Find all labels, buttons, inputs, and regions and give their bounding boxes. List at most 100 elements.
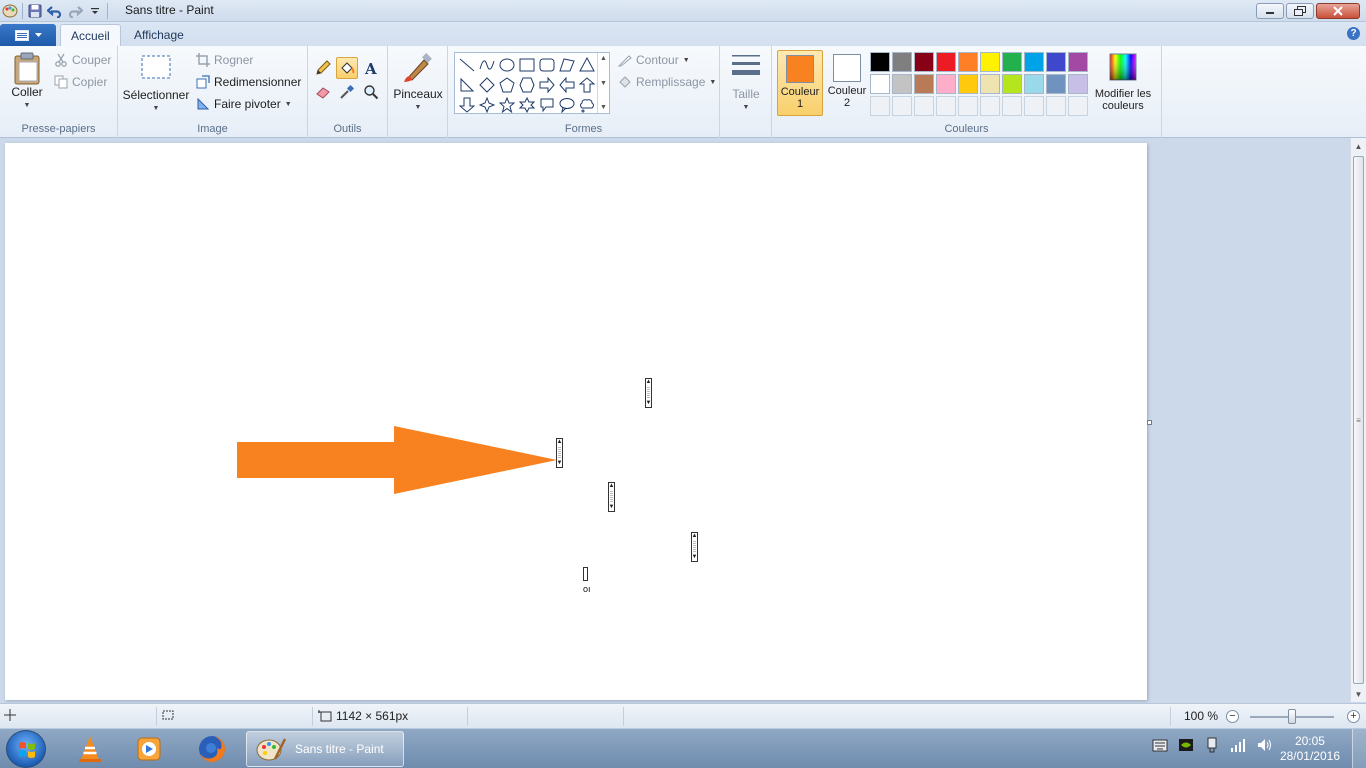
palette-custom-slot[interactable] <box>870 96 890 116</box>
volume-icon[interactable] <box>1256 737 1272 753</box>
file-menu-button[interactable] <box>0 24 56 46</box>
palette-color-swatch[interactable] <box>936 74 956 94</box>
safely-remove-hardware-icon[interactable] <box>1204 737 1220 753</box>
zoom-slider-thumb[interactable] <box>1288 709 1296 724</box>
palette-color-swatch[interactable] <box>980 52 1000 72</box>
palette-color-swatch[interactable] <box>1002 52 1022 72</box>
scrollbar-thumb[interactable]: ≡ <box>1353 156 1364 684</box>
color1-button[interactable]: Couleur 1 <box>777 50 823 116</box>
paste-button[interactable]: Coller ▼ <box>6 52 48 112</box>
shape-oval[interactable] <box>497 55 517 75</box>
brushes-button[interactable]: Pinceaux ▼ <box>393 52 443 114</box>
shape-diamond[interactable] <box>477 75 497 95</box>
palette-color-swatch[interactable] <box>1046 74 1066 94</box>
color2-button[interactable]: Couleur 2 <box>824 50 870 116</box>
canvas-resize-handle-right[interactable] <box>1147 420 1152 425</box>
shape-cloud-callout[interactable] <box>577 95 597 115</box>
tab-affichage[interactable]: Affichage <box>124 24 194 46</box>
undo-icon[interactable] <box>47 3 63 19</box>
palette-custom-slot[interactable] <box>914 96 934 116</box>
edit-colors-button[interactable]: Modifier les couleurs <box>1090 52 1156 112</box>
shape-left-arrow[interactable] <box>557 75 577 95</box>
palette-color-swatch[interactable] <box>958 52 978 72</box>
eraser-tool[interactable] <box>312 81 334 103</box>
text-tool[interactable]: A <box>360 57 382 79</box>
shape-four-point-star[interactable] <box>477 95 497 115</box>
drawing-canvas[interactable]: ▲ ▼ ▲ ▼ ▲ ▼ ▲ ▼ oı <box>5 143 1147 700</box>
shape-six-point-star[interactable] <box>517 95 537 115</box>
crop-button[interactable]: Rogner <box>196 53 253 67</box>
shape-rounded-rectangle[interactable] <box>537 55 557 75</box>
taskbar-media-player[interactable] <box>121 731 177 767</box>
fill-button[interactable]: Remplissage ▼ <box>618 75 716 89</box>
palette-color-swatch[interactable] <box>936 52 956 72</box>
shape-curve[interactable] <box>477 55 497 75</box>
shape-polygon[interactable] <box>557 55 577 75</box>
palette-color-swatch[interactable] <box>980 74 1000 94</box>
taskbar-clock[interactable]: 20:05 28/01/2016 <box>1280 734 1340 764</box>
start-button[interactable] <box>6 730 46 768</box>
palette-color-swatch[interactable] <box>1002 74 1022 94</box>
palette-custom-slot[interactable] <box>1068 96 1088 116</box>
palette-color-swatch[interactable] <box>914 52 934 72</box>
resize-button[interactable]: Redimensionner <box>196 75 301 89</box>
shape-hexagon[interactable] <box>517 75 537 95</box>
redo-icon[interactable] <box>67 3 83 19</box>
shapes-scroll[interactable]: ▲ ▼ ▼ <box>597 53 609 113</box>
palette-custom-slot[interactable] <box>1046 96 1066 116</box>
shape-down-arrow[interactable] <box>457 95 477 115</box>
palette-color-swatch[interactable] <box>958 74 978 94</box>
shape-triangle[interactable] <box>577 55 597 75</box>
shape-right-arrow[interactable] <box>537 75 557 95</box>
vertical-scrollbar[interactable]: ▲ ≡ ▼ <box>1350 138 1366 702</box>
outline-button[interactable]: Contour ▼ <box>618 53 690 67</box>
palette-color-swatch[interactable] <box>1024 74 1044 94</box>
scroll-down-icon[interactable]: ▼ <box>600 80 607 87</box>
palette-color-swatch[interactable] <box>1046 52 1066 72</box>
size-button[interactable]: Taille ▼ <box>726 52 766 114</box>
scroll-down-arrow[interactable]: ▼ <box>1351 686 1366 702</box>
palette-custom-slot[interactable] <box>1002 96 1022 116</box>
shape-up-arrow[interactable] <box>577 75 597 95</box>
network-signal-icon[interactable] <box>1230 737 1246 753</box>
palette-color-swatch[interactable] <box>1068 52 1088 72</box>
help-icon[interactable]: ? <box>1347 27 1360 40</box>
copy-button[interactable]: Copier <box>54 75 107 89</box>
shape-oval-callout[interactable] <box>557 95 577 115</box>
palette-custom-slot[interactable] <box>936 96 956 116</box>
shape-right-triangle[interactable] <box>457 75 477 95</box>
show-desktop-button[interactable] <box>1352 729 1366 768</box>
select-button[interactable]: Sélectionner ▼ <box>123 54 189 115</box>
palette-color-swatch[interactable] <box>870 52 890 72</box>
rotate-button[interactable]: Faire pivoter ▼ <box>196 97 292 111</box>
taskbar-paint[interactable]: Sans titre - Paint <box>246 731 404 767</box>
keyboard-icon[interactable] <box>1152 737 1168 753</box>
palette-custom-slot[interactable] <box>958 96 978 116</box>
shape-line[interactable] <box>457 55 477 75</box>
close-button[interactable] <box>1316 3 1360 19</box>
cut-button[interactable]: Couper <box>54 53 111 67</box>
palette-color-swatch[interactable] <box>892 74 912 94</box>
customize-qat-icon[interactable] <box>87 3 103 19</box>
save-icon[interactable] <box>27 3 43 19</box>
shape-rounded-callout[interactable] <box>537 95 557 115</box>
shape-five-point-star[interactable] <box>497 95 517 115</box>
color-picker-tool[interactable] <box>336 81 358 103</box>
paint-app-icon[interactable] <box>2 3 18 19</box>
palette-color-swatch[interactable] <box>892 52 912 72</box>
palette-color-swatch[interactable] <box>914 74 934 94</box>
palette-custom-slot[interactable] <box>1024 96 1044 116</box>
restore-button[interactable] <box>1286 3 1314 19</box>
palette-color-swatch[interactable] <box>1024 52 1044 72</box>
shape-pentagon[interactable] <box>497 75 517 95</box>
palette-custom-slot[interactable] <box>980 96 1000 116</box>
scroll-up-icon[interactable]: ▲ <box>600 55 607 62</box>
taskbar-vlc[interactable] <box>62 731 118 767</box>
shape-rectangle[interactable] <box>517 55 537 75</box>
palette-custom-slot[interactable] <box>892 96 912 116</box>
zoom-in-button[interactable]: + <box>1347 710 1360 723</box>
taskbar-firefox[interactable] <box>184 731 240 767</box>
nvidia-icon[interactable] <box>1178 737 1194 753</box>
tab-accueil[interactable]: Accueil <box>60 24 121 46</box>
magnifier-tool[interactable] <box>360 81 382 103</box>
